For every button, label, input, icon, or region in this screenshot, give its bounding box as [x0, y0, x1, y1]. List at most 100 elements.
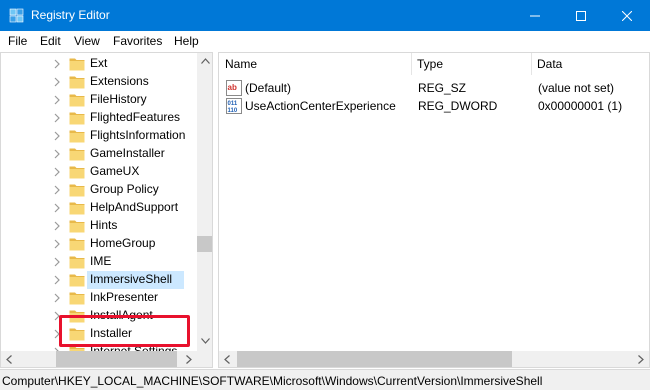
tree-item-helpandsupport[interactable]: HelpAndSupport [1, 199, 197, 217]
expand-chevron-icon[interactable] [52, 293, 62, 303]
string-value-icon: ab [226, 80, 242, 96]
expand-chevron-icon[interactable] [52, 113, 62, 123]
tree-item-flightedfeatures[interactable]: FlightedFeatures [1, 109, 197, 127]
folder-icon [69, 148, 85, 161]
registry-editor-icon [9, 8, 24, 23]
tree-item-immersiveshell[interactable]: ImmersiveShell [1, 271, 197, 289]
tree-item-label: HelpAndSupport [90, 200, 179, 214]
close-icon [622, 10, 632, 21]
values-pane: Name Type Data ab (Default) REG_SZ (valu… [218, 52, 650, 368]
folder-icon [69, 130, 85, 143]
close-button[interactable] [604, 0, 650, 31]
tree-item-gameux[interactable]: GameUX [1, 163, 197, 181]
menu-file[interactable]: File [8, 34, 27, 48]
svg-text:011: 011 [228, 101, 238, 107]
folder-icon [69, 256, 85, 269]
values-horizontal-scrollbar[interactable] [219, 351, 649, 367]
menu-help[interactable]: Help [174, 34, 199, 48]
tree-item-label: ImmersiveShell [90, 272, 173, 286]
expand-chevron-icon[interactable] [52, 275, 62, 285]
expand-chevron-icon[interactable] [52, 185, 62, 195]
expand-chevron-icon[interactable] [52, 59, 62, 69]
scroll-up-button[interactable] [197, 53, 212, 69]
tree-horizontal-scrollbar[interactable] [1, 351, 197, 367]
expand-chevron-icon[interactable] [52, 257, 62, 267]
chevron-left-icon [6, 354, 12, 364]
maximize-icon [576, 10, 586, 21]
menu-view[interactable]: View [74, 34, 100, 48]
maximize-button[interactable] [558, 0, 604, 31]
folder-icon [69, 274, 85, 287]
highlight-annotation [59, 315, 190, 347]
tree-item-label: GameInstaller [90, 146, 165, 160]
column-header-name[interactable]: Name [219, 53, 411, 75]
folder-icon [69, 238, 85, 251]
tree-item-extensions[interactable]: Extensions [1, 73, 197, 91]
expand-chevron-icon[interactable] [52, 221, 62, 231]
tree-item-label: IME [90, 254, 112, 268]
svg-text:ab: ab [228, 83, 237, 92]
menu-edit[interactable]: Edit [40, 34, 61, 48]
title-bar[interactable]: Registry Editor [0, 0, 650, 31]
tree-item-filehistory[interactable]: FileHistory [1, 91, 197, 109]
scroll-down-button[interactable] [197, 333, 212, 349]
tree-item-group-policy[interactable]: Group Policy [1, 181, 197, 199]
scrollbar-corner [197, 351, 212, 367]
column-header-data[interactable]: Data [531, 53, 649, 75]
expand-chevron-icon[interactable] [52, 239, 62, 249]
status-bar: Computer\HKEY_LOCAL_MACHINE\SOFTWARE\Mic… [0, 369, 650, 390]
tree-item-label: Ext [90, 56, 108, 70]
value-row[interactable]: 011 110 UseActionCenterExperience REG_DW… [219, 97, 649, 115]
binary-value-icon: 011 110 [226, 98, 242, 114]
folder-icon [69, 112, 85, 125]
tree-scroll-thumb[interactable] [197, 236, 212, 252]
expand-chevron-icon[interactable] [52, 167, 62, 177]
tree-hscroll-thumb[interactable] [56, 351, 177, 367]
tree-vertical-scrollbar[interactable] [197, 53, 212, 351]
tree-item-homegroup[interactable]: HomeGroup [1, 235, 197, 253]
scroll-left-button[interactable] [1, 351, 17, 367]
tree-item-label: Group Policy [90, 182, 159, 196]
tree-item-ime[interactable]: IME [1, 253, 197, 271]
key-path: Computer\HKEY_LOCAL_MACHINE\SOFTWARE\Mic… [2, 374, 543, 388]
tree-item-gameinstaller[interactable]: GameInstaller [1, 145, 197, 163]
expand-chevron-icon[interactable] [52, 149, 62, 159]
tree-item-label: HomeGroup [90, 236, 156, 250]
scroll-left-button[interactable] [219, 351, 235, 367]
chevron-left-icon [224, 354, 230, 364]
tree-item-label: FlightedFeatures [90, 110, 181, 124]
folder-icon [69, 292, 85, 305]
tree-item-hints[interactable]: Hints [1, 217, 197, 235]
tree-item-inkpresenter[interactable]: InkPresenter [1, 289, 197, 307]
chevron-up-icon [200, 58, 210, 64]
minimize-button[interactable] [512, 0, 558, 31]
value-name: UseActionCenterExperience [245, 99, 396, 113]
folder-icon [69, 220, 85, 233]
value-data: 0x00000001 (1) [538, 99, 623, 113]
expand-chevron-icon[interactable] [52, 95, 62, 105]
svg-text:110: 110 [228, 108, 238, 114]
tree-item-label: Extensions [90, 74, 149, 88]
scroll-right-button[interactable] [181, 351, 197, 367]
value-row[interactable]: ab (Default) REG_SZ (value not set) [219, 79, 649, 97]
tree-item-ext[interactable]: Ext [1, 55, 197, 73]
expand-chevron-icon[interactable] [52, 203, 62, 213]
expand-chevron-icon[interactable] [52, 131, 62, 141]
menu-bar: File Edit View Favorites Help [0, 31, 650, 51]
expand-chevron-icon[interactable] [52, 77, 62, 87]
tree-item-label: FlightsInformation [90, 128, 186, 142]
key-tree-pane: Ext Extensions FileHistory FlightedFeatures… [0, 52, 213, 368]
column-header-type[interactable]: Type [411, 53, 531, 75]
value-type: REG_SZ [418, 81, 467, 95]
values-hscroll-thumb[interactable] [237, 351, 512, 367]
chevron-right-icon [186, 354, 192, 364]
tree-item-label: Hints [90, 218, 118, 232]
folder-icon [69, 202, 85, 215]
scroll-right-button[interactable] [633, 351, 649, 367]
tree-item-flightsinformation[interactable]: FlightsInformation [1, 127, 197, 145]
tree-item-label: InkPresenter [90, 290, 159, 304]
chevron-down-icon [200, 338, 210, 344]
menu-favorites[interactable]: Favorites [113, 34, 162, 48]
value-type: REG_DWORD [418, 99, 498, 113]
tree-item-label: FileHistory [90, 92, 147, 106]
